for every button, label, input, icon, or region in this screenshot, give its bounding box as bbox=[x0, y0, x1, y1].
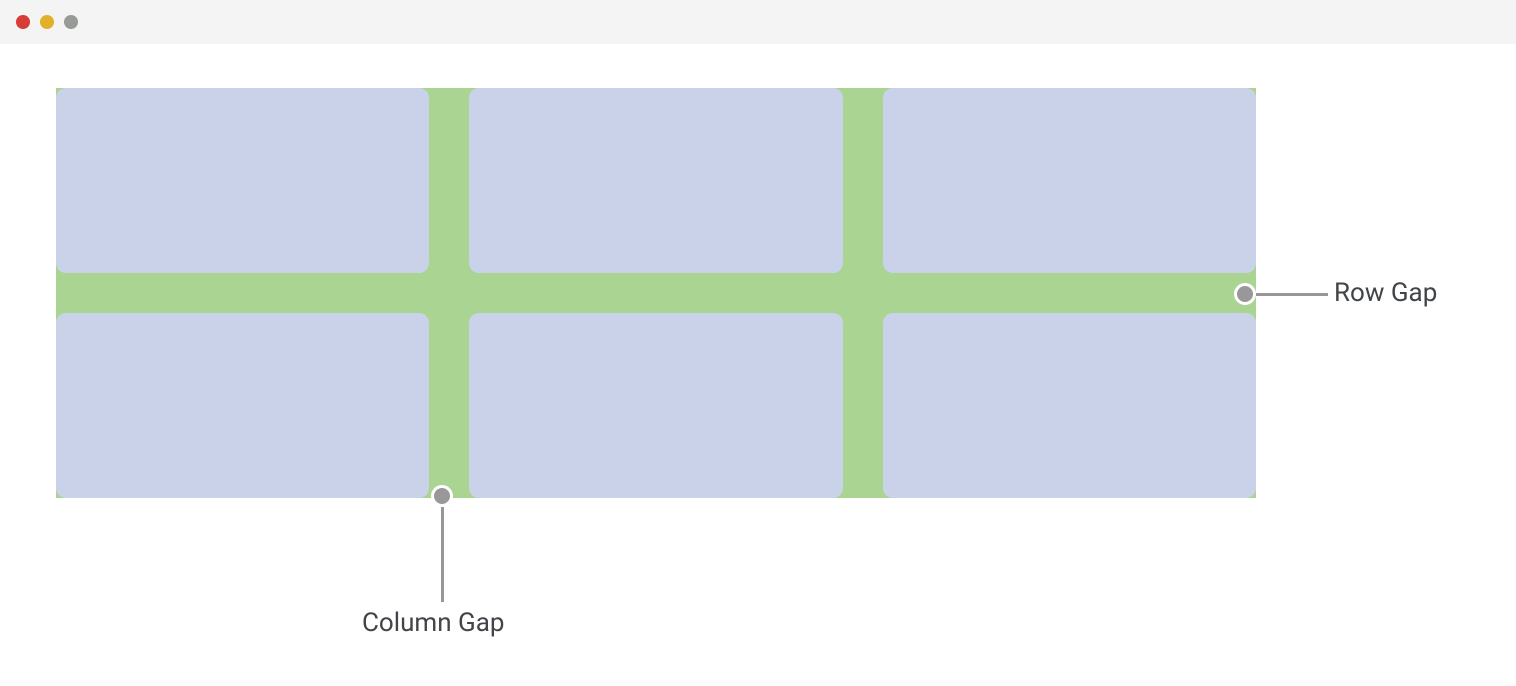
window-minimize-button[interactable] bbox=[40, 15, 54, 29]
window-close-button[interactable] bbox=[16, 15, 30, 29]
grid-gap-diagram bbox=[56, 88, 1256, 498]
window-maximize-button[interactable] bbox=[64, 15, 78, 29]
grid-cell bbox=[883, 313, 1256, 498]
grid-cell bbox=[883, 88, 1256, 273]
window-titlebar bbox=[0, 0, 1516, 44]
grid-cell bbox=[56, 313, 429, 498]
grid-cell bbox=[56, 88, 429, 273]
row-gap-annotation-line bbox=[1256, 293, 1328, 296]
grid-cell bbox=[469, 88, 842, 273]
column-gap-annotation-line bbox=[441, 507, 444, 602]
grid-cell bbox=[469, 313, 842, 498]
row-gap-annotation-label: Row Gap bbox=[1334, 278, 1437, 308]
grid-container bbox=[56, 88, 1256, 498]
column-gap-annotation-label: Column Gap bbox=[362, 608, 504, 638]
row-gap-annotation-dot bbox=[1234, 283, 1256, 305]
column-gap-annotation-dot bbox=[431, 485, 453, 507]
